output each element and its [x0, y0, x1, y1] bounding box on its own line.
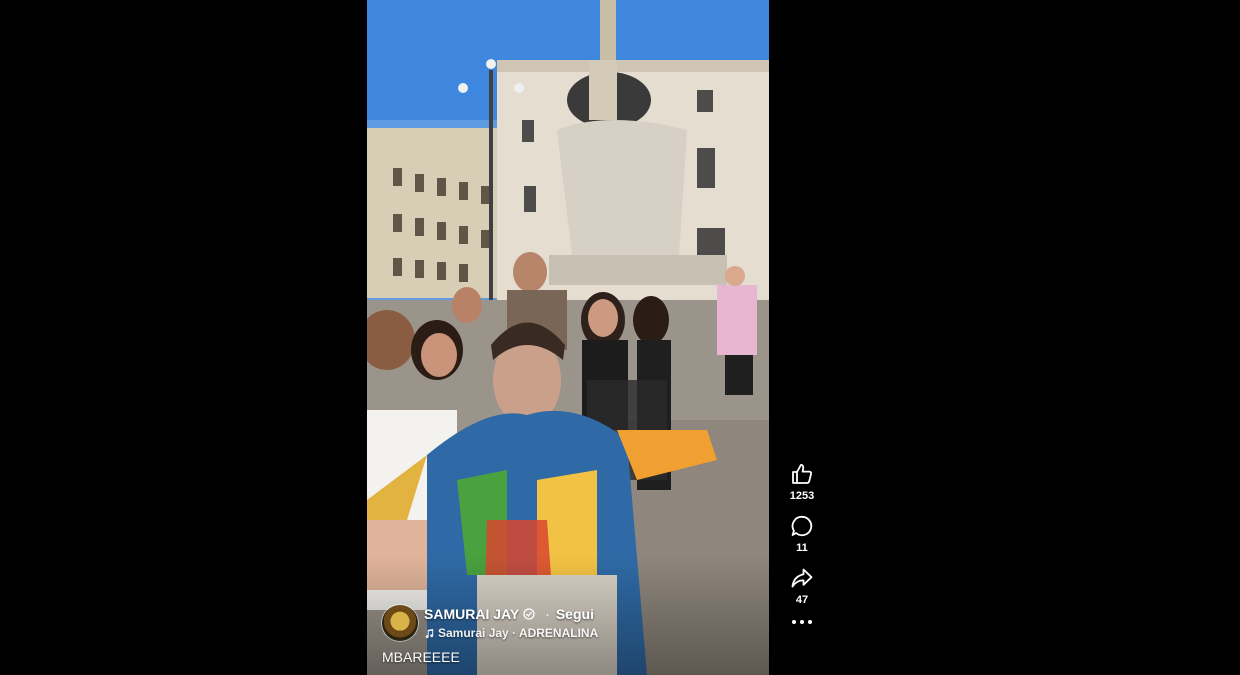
verified-badge-icon [523, 608, 535, 620]
like-button[interactable]: 1253 [782, 462, 822, 502]
action-rail: 1253 11 47 [782, 462, 822, 626]
author-avatar[interactable] [382, 605, 418, 641]
share-button[interactable]: 47 [782, 566, 822, 606]
share-arrow-icon [791, 568, 813, 588]
comment-count: 11 [796, 542, 808, 554]
author-info: SAMURAI JAY · Segui Samurai Jay · ADRENA… [424, 604, 598, 642]
share-count: 47 [795, 594, 809, 606]
follow-separator: · [545, 606, 550, 622]
music-line[interactable]: Samurai Jay · ADRENALINA [424, 624, 598, 642]
comment-button[interactable]: 11 [782, 514, 822, 554]
more-dots-icon [792, 620, 812, 624]
thumbs-up-icon [792, 463, 813, 484]
author-name[interactable]: SAMURAI JAY [424, 606, 519, 622]
post-caption: MBAREEEE [382, 649, 460, 665]
author-name-line: SAMURAI JAY · Segui [424, 604, 598, 624]
more-options-button[interactable] [782, 618, 822, 626]
like-count: 1253 [789, 490, 815, 502]
music-note-icon [425, 628, 434, 638]
music-label: Samurai Jay · ADRENALINA [438, 626, 599, 640]
author-row: SAMURAI JAY · Segui Samurai Jay · ADRENA… [382, 604, 598, 642]
follow-button[interactable]: Segui [556, 606, 594, 622]
comment-bubble-icon [791, 515, 813, 537]
reel-video[interactable]: SAMURAI JAY · Segui Samurai Jay · ADRENA… [367, 0, 769, 675]
